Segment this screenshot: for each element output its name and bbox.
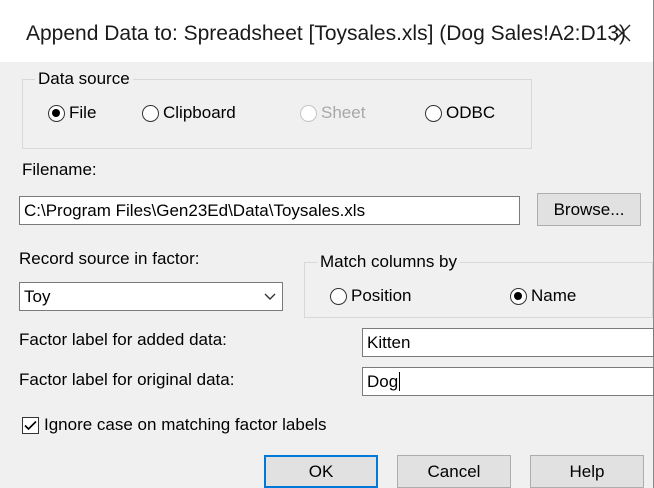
checkmark-icon xyxy=(24,420,37,430)
record-source-value: Toy xyxy=(24,286,51,306)
radio-file[interactable]: File xyxy=(48,103,96,123)
radio-odbc-indicator xyxy=(425,104,442,122)
factor-added-value: Kitten xyxy=(367,332,411,352)
radio-name-label: Name xyxy=(531,286,577,305)
record-source-label: Record source in factor: xyxy=(19,249,200,268)
filename-label: Filename: xyxy=(22,160,97,179)
radio-position-indicator xyxy=(330,287,347,305)
radio-sheet: Sheet xyxy=(300,103,365,123)
filename-value: C:\Program Files\Gen23Ed\Data\Toysales.x… xyxy=(24,200,366,220)
title-bar: Append Data to: Spreadsheet [Toysales.xl… xyxy=(0,0,653,62)
radio-name[interactable]: Name xyxy=(510,286,576,306)
radio-sheet-indicator xyxy=(300,104,317,122)
ignore-case-checkbox[interactable] xyxy=(22,416,39,434)
ignore-case-checkbox-row[interactable]: Ignore case on matching factor labels xyxy=(22,415,327,435)
text-caret xyxy=(399,372,401,391)
match-columns-legend: Match columns by xyxy=(317,252,460,272)
cancel-button[interactable]: Cancel xyxy=(397,455,511,488)
ok-button[interactable]: OK xyxy=(264,455,378,488)
help-button[interactable]: Help xyxy=(530,455,644,488)
radio-file-indicator xyxy=(48,104,65,122)
radio-clipboard-label: Clipboard xyxy=(163,103,236,122)
ignore-case-label: Ignore case on matching factor labels xyxy=(44,415,327,434)
radio-odbc-label: ODBC xyxy=(446,103,496,122)
data-source-legend: Data source xyxy=(35,69,133,89)
browse-button[interactable]: Browse... xyxy=(537,193,641,226)
help-button-label: Help xyxy=(569,461,605,481)
factor-added-label: Factor label for added data: xyxy=(19,330,227,349)
filename-input[interactable]: C:\Program Files\Gen23Ed\Data\Toysales.x… xyxy=(19,196,520,225)
radio-name-indicator xyxy=(510,287,527,305)
dialog-title: Append Data to: Spreadsheet [Toysales.xl… xyxy=(26,22,626,45)
browse-button-label: Browse... xyxy=(553,199,625,219)
radio-odbc[interactable]: ODBC xyxy=(425,103,495,123)
factor-original-input[interactable]: Dog xyxy=(362,367,654,396)
factor-original-value: Dog xyxy=(367,371,399,391)
close-icon xyxy=(613,24,631,42)
radio-clipboard[interactable]: Clipboard xyxy=(142,103,236,123)
append-data-dialog: Append Data to: Spreadsheet [Toysales.xl… xyxy=(0,0,654,488)
chevron-down-icon xyxy=(264,293,276,301)
radio-clipboard-indicator xyxy=(142,104,159,122)
record-source-combobox[interactable]: Toy xyxy=(19,282,283,311)
radio-position-label: Position xyxy=(351,286,412,305)
radio-file-label: File xyxy=(69,103,97,122)
ok-button-label: OK xyxy=(308,461,334,481)
factor-added-input[interactable]: Kitten xyxy=(362,328,654,357)
close-button[interactable] xyxy=(591,8,653,58)
factor-original-label: Factor label for original data: xyxy=(19,370,235,389)
cancel-button-label: Cancel xyxy=(427,461,481,481)
radio-position[interactable]: Position xyxy=(330,286,411,306)
radio-sheet-label: Sheet xyxy=(321,103,366,122)
